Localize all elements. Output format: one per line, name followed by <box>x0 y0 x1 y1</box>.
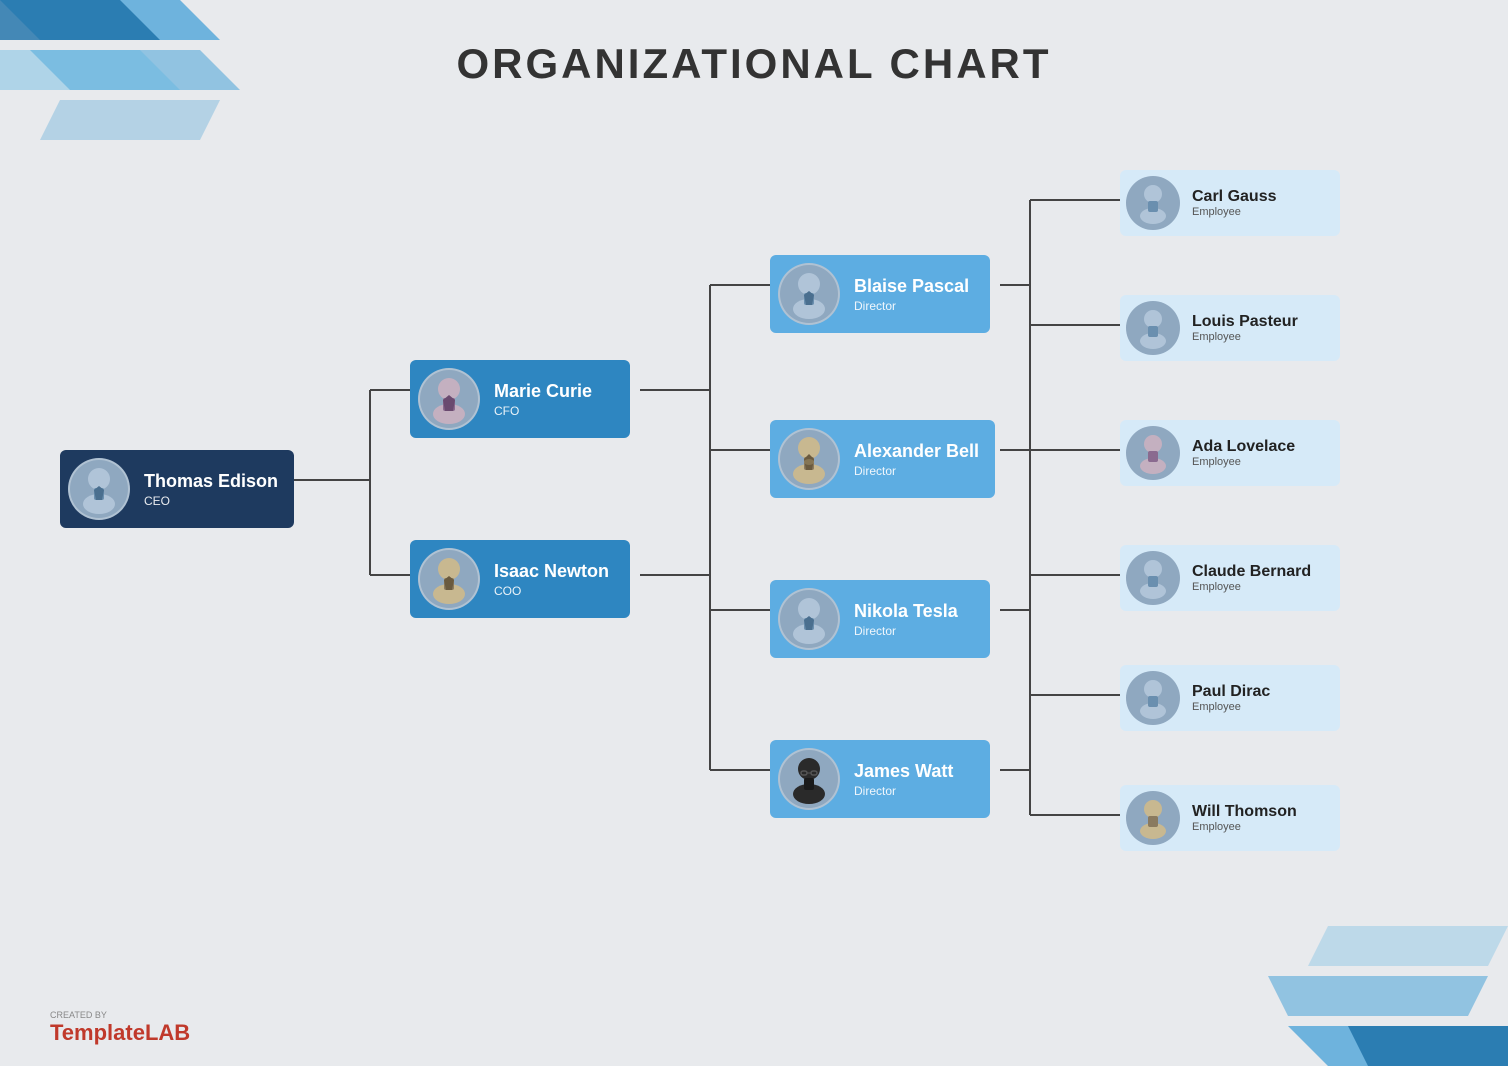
node-pascal: Blaise Pascal Director <box>770 255 990 333</box>
lovelace-title: Employee <box>1192 456 1295 468</box>
pasteur-name: Louis Pasteur <box>1192 313 1298 331</box>
tesla-name: Nikola Tesla <box>854 601 958 622</box>
dirac-title: Employee <box>1192 701 1270 713</box>
logo: CREATED BY TemplateLAB <box>50 1010 190 1046</box>
emp-gauss: Carl Gauss Employee <box>1120 170 1340 236</box>
avatar-coo <box>418 548 480 610</box>
avatar-pascal <box>778 263 840 325</box>
avatar-bell <box>778 428 840 490</box>
ceo-title: CEO <box>144 494 278 508</box>
watt-title: Director <box>854 784 953 798</box>
dirac-name: Paul Dirac <box>1192 683 1270 701</box>
avatar-dirac <box>1126 671 1180 725</box>
node-watt: James Watt Director <box>770 740 990 818</box>
coo-name: Isaac Newton <box>494 561 609 582</box>
emp-thomson: Will Thomson Employee <box>1120 785 1340 851</box>
watt-name: James Watt <box>854 761 953 782</box>
thomson-title: Employee <box>1192 821 1297 833</box>
cfo-title: CFO <box>494 404 592 418</box>
avatar-lovelace <box>1126 426 1180 480</box>
emp-pasteur: Louis Pasteur Employee <box>1120 295 1340 361</box>
bell-title: Director <box>854 464 979 478</box>
tesla-title: Director <box>854 624 958 638</box>
ceo-name: Thomas Edison <box>144 471 278 492</box>
emp-dirac: Paul Dirac Employee <box>1120 665 1340 731</box>
logo-regular: Template <box>50 1020 145 1045</box>
bell-name: Alexander Bell <box>854 441 979 462</box>
gauss-title: Employee <box>1192 206 1276 218</box>
lovelace-name: Ada Lovelace <box>1192 438 1295 456</box>
node-tesla: Nikola Tesla Director <box>770 580 990 658</box>
pascal-title: Director <box>854 299 969 313</box>
avatar-pasteur <box>1126 301 1180 355</box>
node-cfo: Marie Curie CFO <box>410 360 630 438</box>
cfo-name: Marie Curie <box>494 381 592 402</box>
avatar-cfo <box>418 368 480 430</box>
logo-created-by: CREATED BY <box>50 1010 190 1020</box>
avatar-ceo <box>68 458 130 520</box>
page-title: ORGANIZATIONAL CHART <box>0 40 1508 88</box>
avatar-gauss <box>1126 176 1180 230</box>
chart-area: Thomas Edison CEO Marie Curie CFO Isaac … <box>30 110 1478 996</box>
thomson-name: Will Thomson <box>1192 803 1297 821</box>
logo-bold: LAB <box>145 1020 190 1045</box>
avatar-watt <box>778 748 840 810</box>
bernard-title: Employee <box>1192 581 1311 593</box>
node-ceo: Thomas Edison CEO <box>60 450 294 528</box>
avatar-thomson <box>1126 791 1180 845</box>
emp-lovelace: Ada Lovelace Employee <box>1120 420 1340 486</box>
pasteur-title: Employee <box>1192 331 1298 343</box>
logo-brand: TemplateLAB <box>50 1020 190 1046</box>
bernard-name: Claude Bernard <box>1192 563 1311 581</box>
avatar-bernard <box>1126 551 1180 605</box>
pascal-name: Blaise Pascal <box>854 276 969 297</box>
node-bell: Alexander Bell Director <box>770 420 995 498</box>
node-coo: Isaac Newton COO <box>410 540 630 618</box>
emp-bernard: Claude Bernard Employee <box>1120 545 1340 611</box>
avatar-tesla <box>778 588 840 650</box>
gauss-name: Carl Gauss <box>1192 188 1276 206</box>
coo-title: COO <box>494 584 609 598</box>
